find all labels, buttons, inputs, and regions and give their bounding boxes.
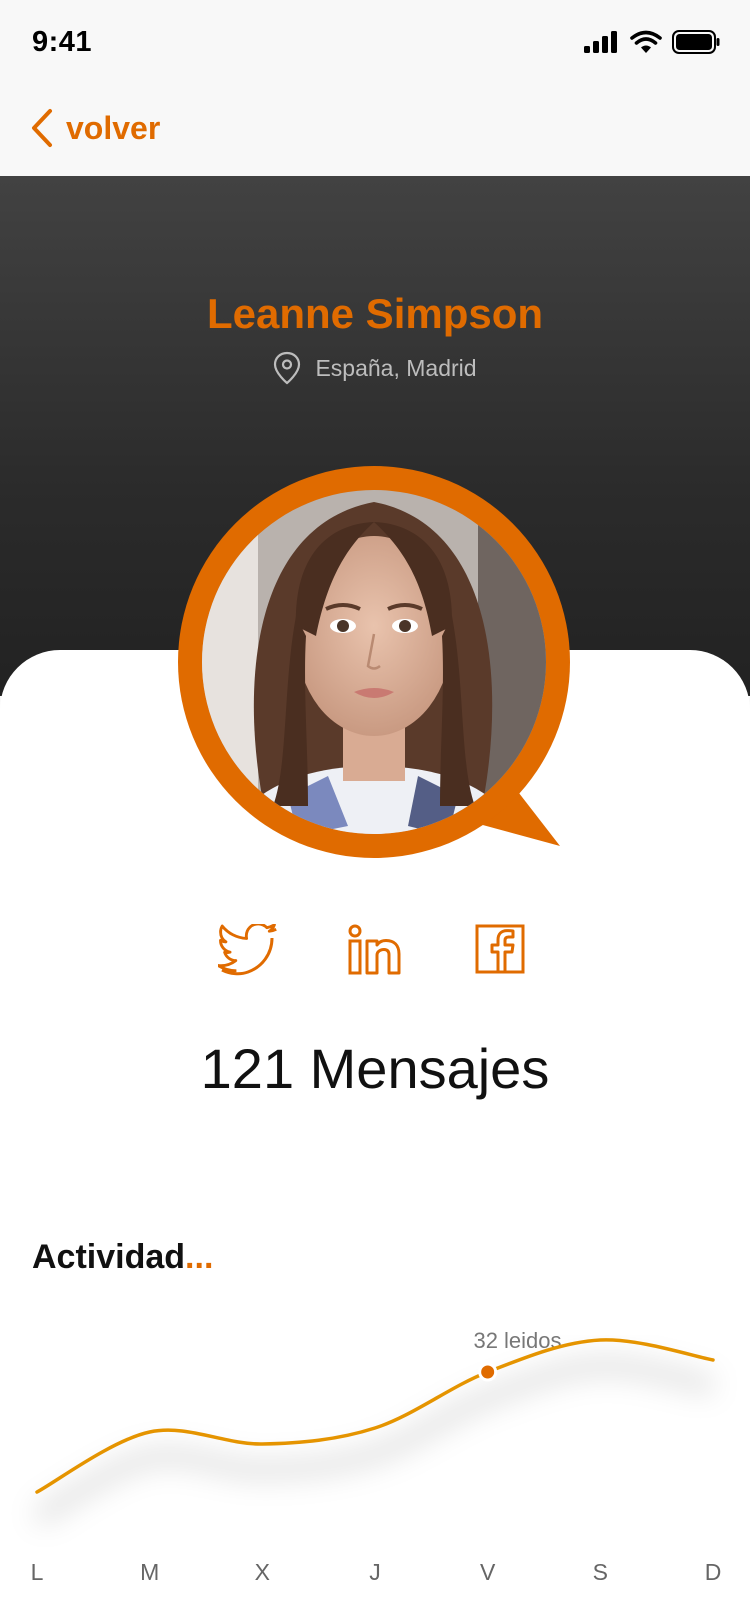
status-bar: 9:41 — [0, 0, 750, 88]
status-time: 9:41 — [32, 26, 93, 58]
chart-day-label: X — [255, 1559, 270, 1585]
chevron-left-icon — [32, 109, 52, 147]
activity-title: Actividad... — [32, 1238, 213, 1277]
chart-day-label: D — [705, 1559, 722, 1585]
battery-icon — [672, 30, 720, 54]
social-links — [0, 920, 750, 980]
chart-day-label: L — [31, 1559, 44, 1585]
status-icons — [584, 30, 720, 54]
facebook-icon — [475, 924, 525, 974]
profile-name: Leanne Simpson — [206, 290, 544, 337]
activity-chart: LMXJVSD — [31, 1338, 722, 1585]
facebook-button[interactable] — [468, 920, 534, 980]
chart-day-label: J — [369, 1559, 381, 1585]
activity-title-dots: ... — [185, 1238, 214, 1276]
linkedin-icon — [348, 924, 401, 975]
avatar — [178, 466, 570, 858]
activity-title-text: Actividad — [32, 1238, 186, 1276]
signal-icon — [584, 31, 617, 53]
chart-line-shadow — [32, 1356, 715, 1526]
back-button[interactable]: volver — [30, 108, 160, 148]
location-text: España, Madrid — [315, 354, 477, 381]
back-label: volver — [66, 109, 161, 146]
wifi-icon — [630, 30, 662, 53]
nav-bar: volver — [0, 88, 750, 176]
twitter-icon — [218, 924, 277, 976]
location: España, Madrid — [0, 351, 750, 385]
location-pin-icon — [274, 351, 301, 385]
twitter-button[interactable] — [216, 920, 282, 980]
messages-count: 121 Mensajes — [200, 1037, 550, 1100]
chart-point-highlight[interactable] — [478, 1362, 498, 1382]
linkedin-button[interactable] — [342, 920, 408, 980]
chart-day-label: S — [593, 1559, 608, 1585]
chart-day-label: V — [480, 1559, 496, 1585]
chart-day-label: M — [140, 1559, 159, 1585]
